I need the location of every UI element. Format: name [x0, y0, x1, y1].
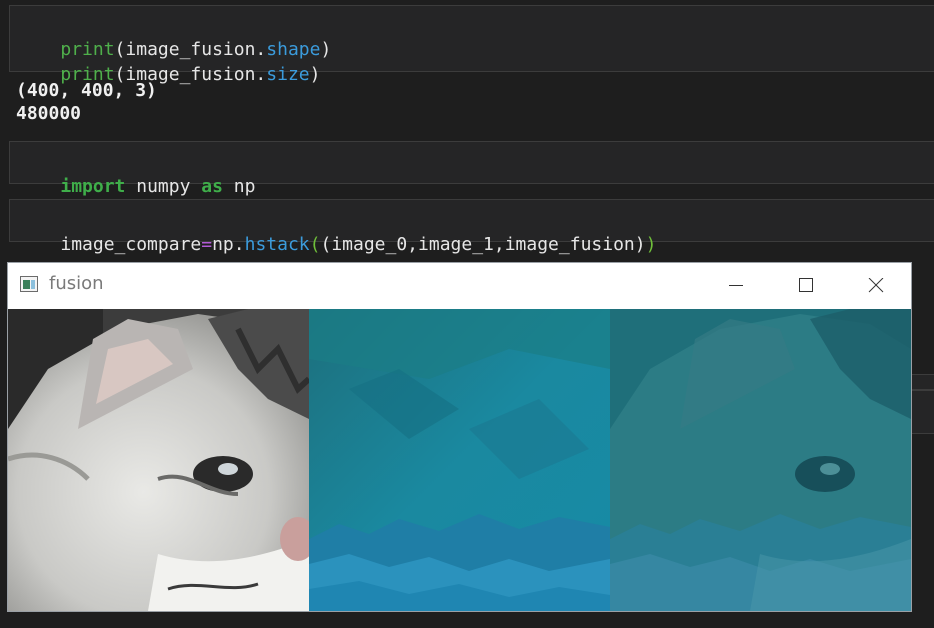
code-cell-print[interactable]: print(image_fusion.shape) print(image_fu… [9, 5, 934, 85]
image-window[interactable]: fusion [8, 263, 911, 611]
output-line-shape: (400, 400, 3) [16, 80, 157, 101]
image-canvas [8, 309, 911, 611]
code-token-alias: np [233, 176, 256, 197]
close-icon [868, 278, 884, 293]
code-cell-hstack[interactable]: image_compare=np.hstack((image_0,image_1… [9, 199, 934, 255]
window-titlebar[interactable]: fusion [8, 263, 911, 309]
hidden-cell-edge [910, 390, 934, 434]
code-token-variable: image_compare [60, 234, 202, 255]
code-token-keyword: import [60, 176, 126, 197]
image-panel-texture [309, 309, 610, 611]
maximize-icon [799, 278, 813, 292]
code-token-attribute: size [266, 64, 310, 85]
app-window-icon [20, 276, 38, 292]
code-token-module: numpy [136, 176, 191, 197]
window-title: fusion [49, 273, 104, 294]
output-line-size: 480000 [16, 103, 82, 124]
minimize-button[interactable] [701, 263, 771, 309]
code-token-object: np. [212, 234, 245, 255]
code-token-args: (image_0,image_1,image_fusion) [320, 234, 646, 255]
code-token-paren: ( [309, 234, 321, 255]
code-token-function: hstack [244, 234, 310, 255]
code-cell-import[interactable]: import numpy as np [9, 141, 934, 197]
code-token-operator: = [201, 234, 213, 255]
hidden-cell-edge [910, 374, 934, 390]
image-panel-cat [8, 309, 309, 611]
image-panel-fusion [610, 309, 911, 611]
code-token-paren: ) [320, 39, 332, 60]
maximize-button[interactable] [771, 263, 841, 309]
code-token-paren: ) [309, 64, 321, 85]
minimize-icon [729, 285, 743, 286]
close-button[interactable] [841, 263, 911, 309]
code-token-keyword: as [201, 176, 223, 197]
code-token-paren: ) [645, 234, 657, 255]
